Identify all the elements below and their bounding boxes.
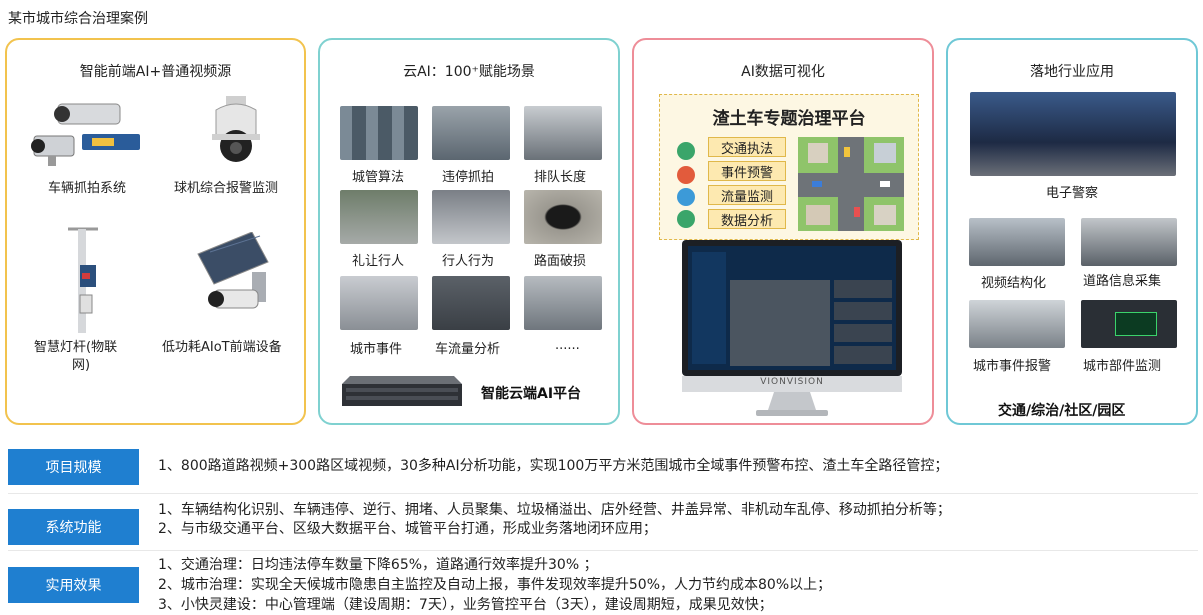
page-title: 某市城市综合治理案例 (8, 11, 148, 27)
app-thumb-city-event-alarm (969, 300, 1065, 348)
app-thumb-video-structuring (969, 218, 1065, 266)
camera-icon (30, 100, 150, 170)
scene-thumb-more (524, 276, 602, 330)
scene-thumb-queue-length (524, 106, 602, 160)
scene-thumb-traffic-flow (432, 276, 510, 330)
scene-thumb-pedestrian-behavior (432, 190, 510, 244)
app-label-city-parts: 城市部件监测 (1083, 359, 1162, 374)
digital-display (1115, 312, 1157, 336)
row-text-system-function-1: 1、车辆结构化识别、车辆违停、逆行、拥堵、人员聚集、垃圾桶溢出、店外经营、井盖异… (158, 502, 951, 518)
app-label-e-police: 电子警察 (1046, 186, 1099, 201)
scene-thumb-city-event (340, 276, 418, 330)
app-label-city-event-alarm: 城市事件报警 (973, 359, 1052, 374)
row-text-project-scale-1: 1、800路道路视频+300路区域视频，30多种AI分析功能，实现100万平方米… (158, 458, 949, 474)
scene-label-8: 车流量分析 (435, 342, 501, 357)
monitor-brand: VIONVISION (760, 377, 824, 387)
device-label-smart-pole-line1: 智慧灯杆(物联 (34, 340, 118, 355)
traffic-police-icon (677, 142, 695, 160)
row-divider (8, 493, 1198, 494)
scene-label-4: 礼让行人 (352, 254, 405, 269)
row-text-effect-3: 3、小快灵建设：中心管理端（建设周期：7天），业务管控平台（3天），建设周期短，… (158, 597, 773, 613)
scene-thumb-illegal-parking (432, 106, 510, 160)
scene-thumb-city-mgmt (340, 106, 418, 160)
feature-flow-monitoring[interactable]: 流量监测 (708, 185, 786, 205)
intersection-map (798, 137, 904, 231)
app-thumb-e-police (970, 92, 1176, 176)
app-label-video-structuring: 视频结构化 (981, 276, 1047, 291)
scene-label-7: 城市事件 (350, 342, 403, 357)
monitor-icon (682, 240, 902, 418)
scene-thumb-road-damage (524, 190, 602, 244)
app-thumb-city-parts (1081, 300, 1177, 348)
warning-icon (677, 166, 695, 184)
panel-front-title: 智能前端AI+普通视频源 (79, 64, 232, 80)
scene-label-6: 路面破损 (534, 254, 587, 269)
viz-platform-title: 渣土车专题治理平台 (712, 109, 866, 129)
feature-traffic-enforcement[interactable]: 交通执法 (708, 137, 786, 157)
scene-thumb-yield-pedestrian (340, 190, 418, 244)
scene-label-2: 违停抓拍 (442, 170, 495, 185)
scene-label-3: 排队长度 (534, 170, 587, 185)
device-label-dome-camera: 球机综合报警监测 (174, 181, 279, 196)
feature-event-warning[interactable]: 事件预警 (708, 161, 786, 181)
row-text-system-function-2: 2、与市级交通平台、区级大数据平台、城管平台打通，形成业务落地闭环应用； (158, 521, 657, 537)
row-label-system-function: 系统功能 (8, 509, 139, 545)
scene-label-5: 行人行为 (442, 254, 495, 269)
scene-label-1: 城管算法 (352, 170, 405, 185)
scene-label-9: ...... (555, 338, 580, 353)
flow-monitor-icon (677, 188, 695, 206)
row-label-effect: 实用效果 (8, 567, 139, 603)
device-label-smart-pole-line2: 网) (72, 358, 91, 373)
app-thumb-road-info (1081, 218, 1177, 266)
row-divider (8, 550, 1198, 551)
row-label-project-scale: 项目规模 (8, 449, 139, 485)
panel-apps-title: 落地行业应用 (1030, 64, 1114, 80)
row-text-effect-2: 2、城市治理：实现全天候城市隐患自主监控及自动上报，事件发现效率提升50%，人力… (158, 577, 832, 593)
solar-camera-icon (190, 231, 272, 324)
device-label-vehicle-capture: 车辆抓拍系统 (48, 181, 127, 196)
smart-pole-icon (58, 225, 108, 337)
apps-footer: 交通/综治/社区/园区 (998, 403, 1126, 419)
app-label-road-info: 道路信息采集 (1083, 274, 1162, 289)
panel-cloud-title: 云AI：100⁺赋能场景 (403, 64, 535, 80)
panel-viz-title: AI数据可视化 (741, 64, 825, 80)
feature-data-analysis[interactable]: 数据分析 (708, 209, 786, 229)
cloud-platform-label: 智能云端AI平台 (481, 386, 582, 402)
device-label-low-power: 低功耗AIoT前端设备 (162, 340, 282, 355)
dome-camera-icon (208, 96, 264, 168)
row-text-effect-1: 1、交通治理：日均违法停车数量下降65%，道路通行效率提升30% ； (158, 557, 598, 573)
data-analysis-icon (677, 210, 695, 228)
server-icon (340, 370, 464, 410)
